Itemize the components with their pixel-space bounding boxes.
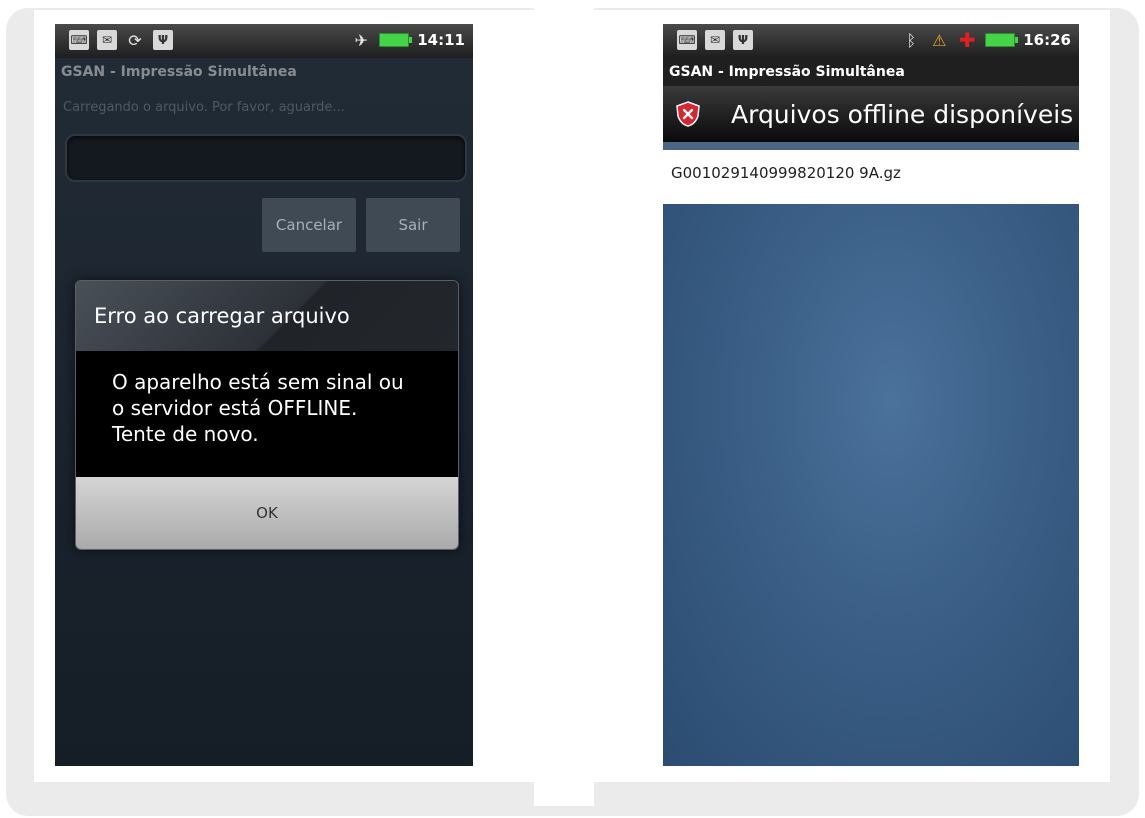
status-right: ✈ 14:11 <box>351 30 465 50</box>
panel-gap <box>534 8 594 806</box>
loading-message: Carregando o arquivo. Por favor, aguarde… <box>63 100 345 115</box>
status-time: 16:26 <box>1023 31 1071 49</box>
battery-icon <box>985 33 1019 47</box>
bluetooth-icon: ᛒ <box>906 30 917 50</box>
mail-icon: ✉ <box>97 30 117 50</box>
status-bar: ⌨ ✉ Ψ ᛒ ⚠ ✚ 16:26 <box>663 24 1079 58</box>
progress-bar <box>65 134 467 182</box>
usb-icon: Ψ <box>733 30 753 50</box>
dialog-message-line: Tente de novo. <box>112 422 259 446</box>
status-time: 14:11 <box>417 31 465 49</box>
keyboard-icon: ⌨ <box>677 30 697 50</box>
app-title: GSAN - Impressão Simultânea <box>663 58 1079 86</box>
error-shield-icon <box>673 99 703 129</box>
usb-icon: Ψ <box>153 30 173 50</box>
notification-icons: ⌨ ✉ Ψ <box>677 30 753 50</box>
list-header: Arquivos offline disponíveis <box>663 86 1079 142</box>
warning-icon: ⚠ <box>932 30 947 50</box>
phone-screen-left: ⌨ ✉ ⟳ Ψ ✈ 14:11 GSAN - Impressão Simultâ… <box>55 24 473 766</box>
dialog-message-line: O aparelho está sem sinal ou <box>112 370 404 394</box>
dialog-message: O aparelho está sem sinal ou o servidor … <box>76 351 458 477</box>
sync-icon: ⟳ <box>128 30 142 50</box>
medical-cross-icon: ✚ <box>958 28 976 52</box>
file-list-item[interactable]: G001029140999820120 9A.gz <box>663 150 1079 204</box>
status-bar: ⌨ ✉ ⟳ Ψ ✈ 14:11 <box>55 24 473 58</box>
dialog-title: Erro ao carregar arquivo <box>76 281 458 351</box>
battery-icon <box>379 33 413 47</box>
notification-icons: ⌨ ✉ ⟳ Ψ <box>69 30 173 50</box>
phone-screen-right: ⌨ ✉ Ψ ᛒ ⚠ ✚ 16:26 GSAN - Impressão Simul… <box>663 24 1079 766</box>
list-background <box>663 204 1079 766</box>
ok-button[interactable]: OK <box>76 477 458 549</box>
app-title: GSAN - Impressão Simultânea <box>61 64 297 80</box>
dialog-message-line: o servidor está OFFLINE. <box>112 396 358 420</box>
list-header-title: Arquivos offline disponíveis <box>731 99 1074 129</box>
header-divider <box>663 142 1079 150</box>
airplane-mode-icon: ✈ <box>354 30 368 50</box>
keyboard-icon: ⌨ <box>69 30 89 50</box>
mail-icon: ✉ <box>705 30 725 50</box>
status-right: ᛒ ⚠ ✚ 16:26 <box>901 28 1071 52</box>
cancel-button[interactable]: Cancelar <box>262 198 356 252</box>
exit-button[interactable]: Sair <box>366 198 460 252</box>
error-dialog: Erro ao carregar arquivo O aparelho está… <box>75 280 459 550</box>
